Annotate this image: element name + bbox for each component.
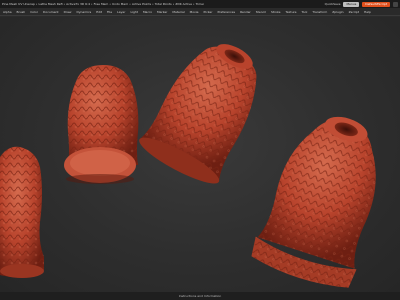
menu-color[interactable]: Color <box>30 10 38 14</box>
menu-transform[interactable]: Transform <box>312 10 327 14</box>
status-bar: Instructions and Information <box>0 292 400 300</box>
menus-toggle-button[interactable]: Menus <box>343 1 360 7</box>
menu-macro[interactable]: Macro <box>143 10 152 14</box>
window-minimize-icon[interactable] <box>393 1 398 7</box>
menu-brush[interactable]: Brush <box>17 10 26 14</box>
default-zscript-button[interactable]: DefaultZScript <box>362 1 390 7</box>
menu-preferences[interactable]: Preferences <box>217 10 235 14</box>
menu-layer[interactable]: Layer <box>117 10 125 14</box>
vase-right-large[interactable] <box>248 102 400 292</box>
menu-render[interactable]: Render <box>240 10 251 14</box>
menu-picker[interactable]: Picker <box>204 10 213 14</box>
canvas-viewport[interactable] <box>0 17 400 292</box>
vase-tilted[interactable] <box>135 27 279 190</box>
title-controls: QuickSave Menus DefaultZScript <box>325 1 398 7</box>
status-instructions: Instructions and Information <box>178 294 222 298</box>
menu-alpha[interactable]: Alpha <box>3 10 12 14</box>
menu-tool[interactable]: Tool <box>301 10 307 14</box>
menu-draw[interactable]: Draw <box>64 10 72 14</box>
menu-marker[interactable]: Marker <box>157 10 167 14</box>
menu-texture[interactable]: Texture <box>286 10 297 14</box>
menu-zscript[interactable]: Zscript <box>349 10 359 14</box>
menu-help[interactable]: Help <box>364 10 371 14</box>
menu-stencil[interactable]: Stencil <box>256 10 266 14</box>
menu-movie[interactable]: Movie <box>190 10 199 14</box>
quicksave-button[interactable]: QuickSave <box>325 2 341 6</box>
menu-light[interactable]: Light <box>130 10 138 14</box>
menu-stroke[interactable]: Stroke <box>271 10 281 14</box>
viewport-scene <box>0 27 400 292</box>
window-title: Pine Mesh UV Unwrap • Lathe Mesh Refl • … <box>2 2 205 6</box>
menu-material[interactable]: Material <box>172 10 184 14</box>
title-bar: Pine Mesh UV Unwrap • Lathe Mesh Refl • … <box>0 0 400 8</box>
vase-upright[interactable] <box>64 65 139 184</box>
menu-dynamics[interactable]: Dynamics <box>76 10 91 14</box>
menu-edit[interactable]: Edit <box>96 10 102 14</box>
vase-left-partial[interactable] <box>0 146 44 278</box>
menu-zplugin[interactable]: Zplugin <box>332 10 343 14</box>
menu-file[interactable]: File <box>107 10 112 14</box>
menu-document[interactable]: Document <box>43 10 59 14</box>
menu-bar: Alpha Brush Color Document Draw Dynamics… <box>0 8 400 16</box>
